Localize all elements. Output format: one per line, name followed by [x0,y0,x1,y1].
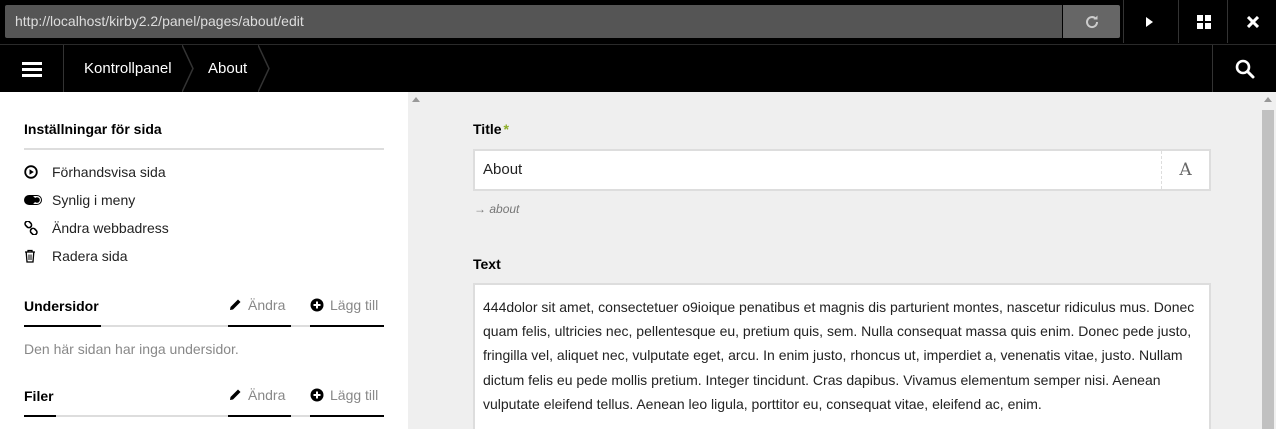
required-marker: * [503,121,509,137]
url-field[interactable]: http://localhost/kirby2.2/panel/pages/ab… [5,5,1062,38]
page-scrollbar[interactable] [1260,92,1276,429]
toggle-on-icon [24,190,44,210]
subpages-title: Undersidor [24,298,99,314]
plus-circle-icon [310,298,324,312]
pencil-icon [228,388,242,402]
change-url-label: Ändra webbadress [52,220,169,236]
link-icon [24,218,44,238]
page-sidebar: Inställningar för sida Förhandsvisa sida… [0,92,408,429]
breadcrumb-separator [182,45,194,92]
reload-icon [1085,15,1098,28]
text-field-label: Text [473,256,501,272]
text-type-icon: A [1161,151,1209,189]
grid-icon [1196,14,1211,29]
files-edit-button[interactable]: Ändra [228,387,285,403]
browser-toolbar: http://localhost/kirby2.2/panel/pages/ab… [0,0,1276,44]
title-label-text: Title [473,121,502,137]
subpages-edit-label: Ändra [248,297,286,313]
visibility-label: Synlig i meny [52,192,136,208]
search-icon [1235,59,1254,78]
files-add-label: Lägg till [330,387,379,403]
title-input[interactable]: About A [473,149,1211,191]
subpages-add-label: Lägg till [330,297,379,313]
page-editor: Title * About A → about Text 444dolor sit… [408,92,1260,429]
search-button[interactable] [1212,45,1276,92]
preview-page-link[interactable]: Förhandsvisa sida [24,162,166,182]
scrollbar-thumb[interactable] [1262,110,1274,429]
breadcrumb-separator [258,45,270,92]
files-title: Filer [24,388,54,404]
divider-accent [24,325,101,327]
trash-icon [24,246,44,266]
subpages-add-button[interactable]: Lägg till [310,297,378,313]
close-button[interactable] [1227,0,1276,43]
plus-circle-icon [310,388,324,402]
breadcrumb-dashboard[interactable]: Kontrollpanel [84,45,172,92]
panel-topbar: Kontrollpanel About [0,44,1276,92]
reload-button[interactable] [1063,5,1120,38]
slug-value: about [489,202,520,216]
page-settings-title: Inställningar för sida [24,121,162,137]
dashboard-button[interactable] [1178,0,1228,43]
divider [24,148,384,150]
divider-accent [24,415,56,417]
title-field-label: Title * [473,121,509,137]
change-url-link[interactable]: Ändra webbadress [24,218,169,238]
slug-preview: → about [474,202,519,216]
files-edit-label: Ändra [248,387,286,403]
text-textarea[interactable]: 444dolor sit amet, consectetuer o9ioique… [473,283,1211,429]
scroll-up-arrow-icon[interactable] [412,97,420,102]
delete-page-label: Radera sida [52,248,128,264]
play-icon [1145,16,1153,27]
title-input-value: About [483,161,523,178]
pencil-icon [228,298,242,312]
scroll-up-arrow-icon[interactable] [1264,97,1272,102]
divider-accent [228,325,291,327]
arrow-right-icon: → [474,202,486,216]
hamburger-icon [21,61,42,77]
preview-page-label: Förhandsvisa sida [52,164,166,180]
menu-button[interactable] [0,45,64,92]
subpages-empty-note: Den här sidan har inga undersidor. [24,341,239,357]
files-add-button[interactable]: Lägg till [310,387,378,403]
divider-accent [310,415,384,417]
divider-accent [228,415,291,417]
subpages-edit-button[interactable]: Ändra [228,297,285,313]
divider-accent [310,325,384,327]
visibility-toggle[interactable]: Synlig i meny [24,190,135,210]
breadcrumb-about[interactable]: About [208,45,247,92]
close-icon [1246,15,1259,28]
play-circle-icon [24,162,44,182]
delete-page-link[interactable]: Radera sida [24,246,128,266]
preview-button[interactable] [1123,0,1173,43]
